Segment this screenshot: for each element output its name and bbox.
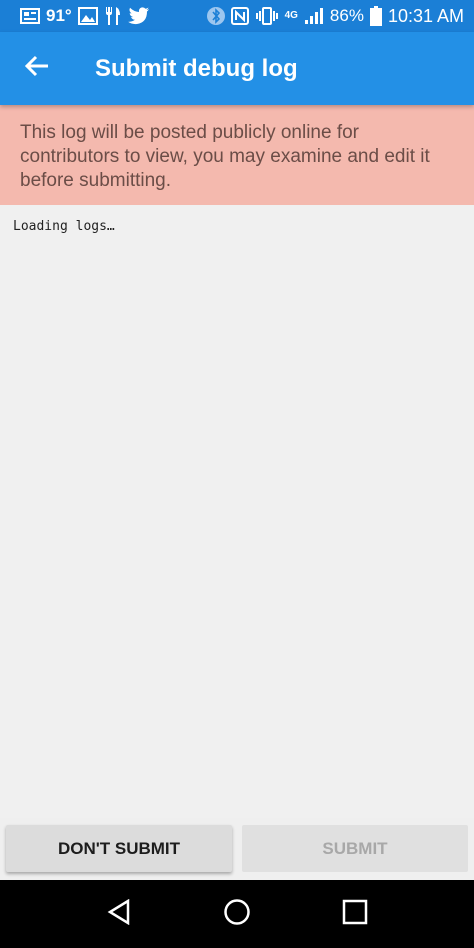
battery-percentage: 86% (329, 6, 364, 25)
news-icon (20, 6, 40, 26)
log-editor[interactable]: Loading logs… (0, 205, 474, 818)
vibrate-icon (255, 6, 279, 26)
log-text: Loading logs… (13, 219, 115, 234)
signal-icon (304, 6, 324, 26)
nfc-icon (230, 6, 249, 26)
back-button[interactable] (0, 32, 74, 105)
network-type-icon: 4G (284, 10, 298, 21)
public-log-warning: This log will be posted publicly online … (0, 105, 474, 205)
square-recents-icon (342, 899, 368, 930)
clock: 10:31 AM (387, 5, 464, 26)
bluetooth-icon (206, 6, 225, 26)
arrow-back-icon (24, 55, 50, 82)
twitter-icon (127, 6, 150, 26)
button-bar: Don't submit Submit (0, 818, 474, 880)
navigation-bar (0, 880, 474, 948)
nav-back-button[interactable] (89, 884, 149, 944)
app-bar: Submit debug log (0, 32, 474, 105)
temperature-text: 91° (46, 6, 72, 25)
circle-home-icon (223, 898, 251, 931)
nav-recents-button[interactable] (325, 884, 385, 944)
status-bar: 91° 4G 86% 10:31 AM (0, 0, 474, 32)
triangle-back-icon (106, 898, 132, 930)
submit-button[interactable]: Submit (242, 825, 468, 872)
battery-icon (369, 6, 382, 26)
page-title: Submit debug log (95, 54, 298, 82)
image-icon (77, 6, 98, 26)
dont-submit-button[interactable]: Don't submit (6, 825, 232, 872)
restaurant-icon (104, 6, 122, 26)
nav-home-button[interactable] (207, 884, 267, 944)
